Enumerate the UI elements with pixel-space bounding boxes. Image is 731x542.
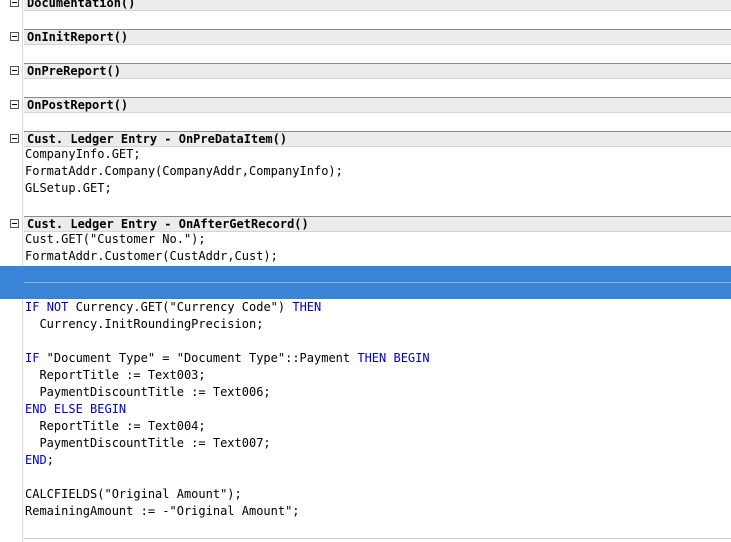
collapse-icon[interactable] bbox=[10, 134, 19, 143]
section-divider bbox=[24, 538, 731, 539]
section-header-documentation: Documentation() bbox=[0, 0, 731, 12]
code-text: GLSetup.GET; bbox=[25, 181, 112, 195]
code-text: END; bbox=[25, 452, 54, 469]
code-line[interactable]: ReportTitle := Text004; bbox=[0, 418, 731, 435]
collapse-icon[interactable] bbox=[10, 32, 19, 41]
code-line[interactable]: IF "Document Type" = "Document Type"::Pa… bbox=[0, 350, 731, 367]
code-fragment: "Document Type" = "Document Type"::Payme… bbox=[39, 351, 358, 365]
code-fragment: Currency.GET("Currency Code") bbox=[68, 300, 293, 314]
keyword: IF bbox=[25, 351, 40, 365]
code-text: FormatAddr.Customer(CustAddr,Cust); bbox=[25, 249, 278, 263]
code-text: ReportTitle := Text003; bbox=[25, 368, 206, 382]
code-fragment: ; bbox=[46, 453, 54, 467]
code-line[interactable]: FormatAddr.Company(CompanyAddr,CompanyIn… bbox=[0, 163, 731, 180]
selected-lines[interactable] bbox=[0, 266, 731, 299]
code-text: Currency.InitRoundingPrecision; bbox=[25, 317, 264, 331]
code-line[interactable]: CALCFIELDS("Original Amount"); bbox=[0, 486, 731, 503]
code-line[interactable]: FormatAddr.Customer(CustAddr,Cust); bbox=[0, 248, 731, 265]
keyword: END ELSE BEGIN bbox=[25, 402, 127, 416]
section-title: Documentation() bbox=[27, 0, 136, 10]
section-header-bar bbox=[24, 63, 731, 79]
code-text: CALCFIELDS("Original Amount"); bbox=[25, 487, 242, 501]
section-header-oninitreport: OnInitReport() bbox=[0, 29, 731, 46]
collapse-icon[interactable] bbox=[10, 66, 19, 75]
section-title: OnPostReport() bbox=[27, 98, 129, 112]
section-header-onprereport: OnPreReport() bbox=[0, 63, 731, 80]
section-title: OnPreReport() bbox=[27, 64, 121, 78]
code-text: PaymentDiscountTitle := Text006; bbox=[25, 385, 271, 399]
section-title: OnInitReport() bbox=[27, 30, 129, 44]
code-line[interactable]: END; bbox=[0, 452, 731, 469]
collapse-icon[interactable] bbox=[10, 100, 19, 109]
code-line[interactable]: END ELSE BEGIN bbox=[0, 401, 731, 418]
selection-line-divider bbox=[24, 282, 731, 283]
code-line[interactable]: ReportTitle := Text003; bbox=[0, 367, 731, 384]
code-text: IF NOT Currency.GET("Currency Code") THE… bbox=[25, 299, 321, 316]
code-line[interactable]: PaymentDiscountTitle := Text007; bbox=[0, 435, 731, 452]
code-text: IF "Document Type" = "Document Type"::Pa… bbox=[25, 350, 430, 367]
code-text: ReportTitle := Text004; bbox=[25, 419, 206, 433]
section-header-bar bbox=[24, 97, 731, 113]
code-line[interactable]: IF NOT Currency.GET("Currency Code") THE… bbox=[0, 299, 731, 316]
section-header-onpostreport: OnPostReport() bbox=[0, 97, 731, 114]
keyword: IF bbox=[25, 300, 40, 314]
section-header-bar bbox=[24, 29, 731, 45]
collapse-icon[interactable] bbox=[10, 219, 19, 228]
code-text: Cust.GET("Customer No."); bbox=[25, 232, 206, 246]
section-title: Cust. Ledger Entry - OnAfterGetRecord() bbox=[27, 217, 309, 231]
keyword: THEN bbox=[292, 300, 322, 314]
code-line[interactable]: GLSetup.GET; bbox=[0, 180, 731, 197]
keyword: NOT bbox=[46, 300, 69, 314]
code-text: RemainingAmount := -"Original Amount"; bbox=[25, 504, 300, 518]
section-title: Cust. Ledger Entry - OnPreDataItem() bbox=[27, 132, 288, 146]
code-editor[interactable]: Documentation() OnInitReport() OnPreRepo… bbox=[0, 0, 731, 542]
code-line[interactable]: PaymentDiscountTitle := Text006; bbox=[0, 384, 731, 401]
code-line[interactable]: CompanyInfo.GET; bbox=[0, 146, 731, 163]
keyword: THEN BEGIN bbox=[357, 351, 430, 365]
code-text: PaymentDiscountTitle := Text007; bbox=[25, 436, 271, 450]
code-line[interactable]: RemainingAmount := -"Original Amount"; bbox=[0, 503, 731, 520]
keyword: END bbox=[25, 453, 47, 467]
collapse-icon[interactable] bbox=[10, 0, 19, 7]
code-line[interactable]: Currency.InitRoundingPrecision; bbox=[0, 316, 731, 333]
code-text: FormatAddr.Company(CompanyAddr,CompanyIn… bbox=[25, 164, 343, 178]
code-text: CompanyInfo.GET; bbox=[25, 147, 141, 161]
code-line[interactable]: Cust.GET("Customer No."); bbox=[0, 231, 731, 248]
